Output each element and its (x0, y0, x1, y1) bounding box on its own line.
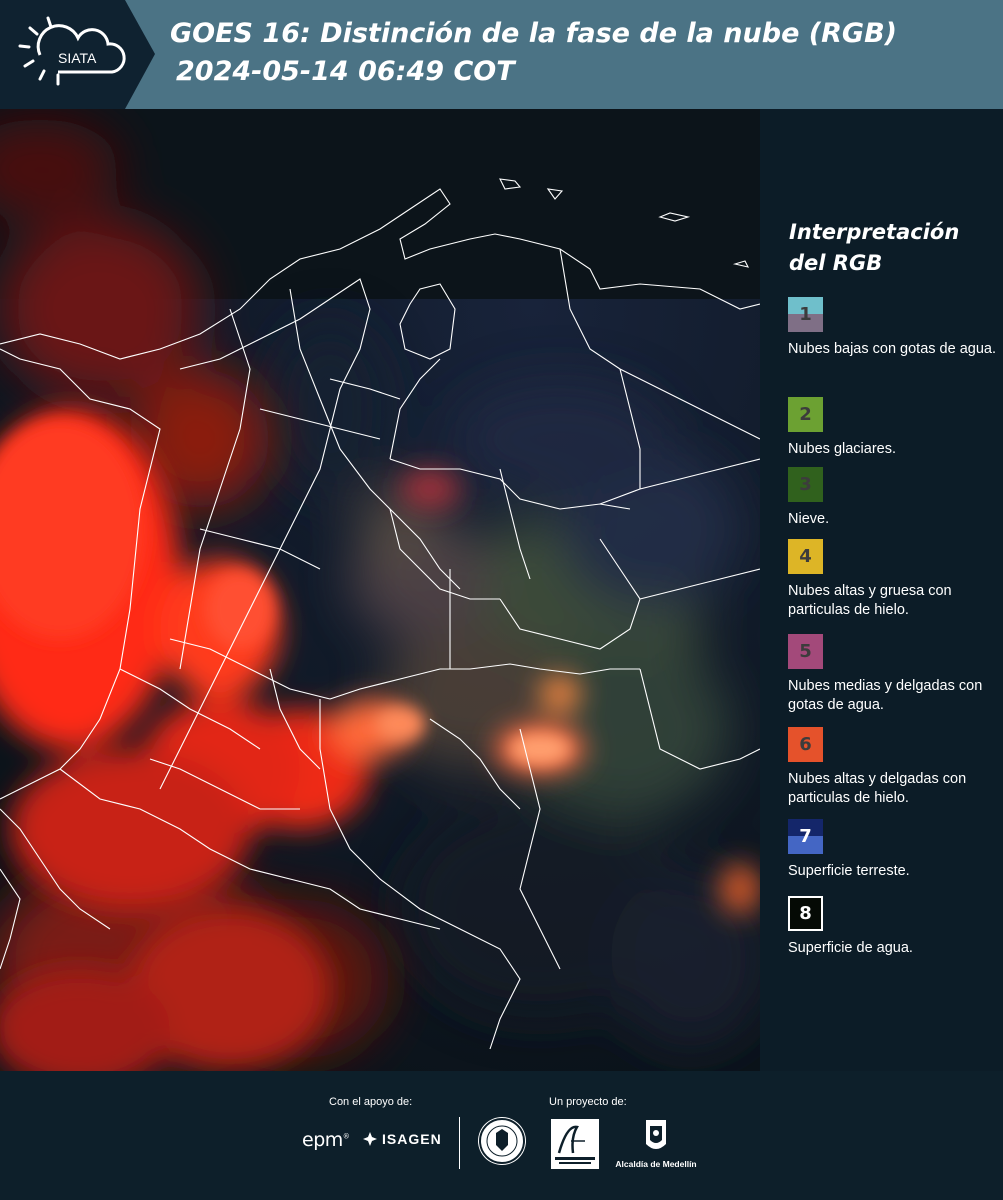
legend-item-5: 5 Nubes medias y delgadas con gotas de ag… (788, 634, 1000, 715)
legend-number: 2 (799, 404, 812, 425)
university-seal-icon (478, 1117, 526, 1165)
legend-number: 5 (799, 641, 812, 662)
page-timestamp: 2024-05-14 06:49 COT (176, 56, 515, 87)
legend-swatch: 8 (788, 896, 823, 931)
legend-number: 3 (799, 474, 812, 495)
alcaldia-label: Alcaldía de Medellín (615, 1159, 697, 1169)
legend-swatch: 3 (788, 467, 823, 502)
legend-label: Superficie de agua. (788, 940, 913, 956)
legend-label: Nubes glaciares. (788, 441, 896, 457)
epm-logo-text: epm (302, 1129, 343, 1151)
legend-item-7: 7 Superficie terreste. (788, 819, 1000, 881)
legend-swatch: 6 (788, 727, 823, 762)
footer: Con el apoyo de: Un proyecto de: epm® IS… (0, 1071, 1003, 1200)
legend-swatch: 1 (788, 297, 823, 332)
alcaldia-shield-icon (646, 1120, 666, 1149)
legend-title-line1: Interpretación (789, 220, 960, 244)
footer-divider (459, 1117, 460, 1169)
epm-logo: epm® (302, 1129, 350, 1151)
legend-swatch: 5 (788, 634, 823, 669)
legend-swatch: 7 (788, 819, 823, 854)
legend-number: 7 (799, 826, 812, 847)
legend-label: Nieve. (788, 511, 830, 527)
legend-label: Nubes altas y delgadas con particulas de… (788, 771, 967, 806)
legend-item-4: 4 Nubes altas y gruesa con particulas de … (788, 539, 1000, 620)
legend-number: 8 (799, 903, 812, 924)
legend-item-3: 3 Nieve. (788, 467, 1000, 529)
legend-item-2: 2 Nubes glaciares. (788, 397, 1000, 459)
legend-title-line2: del RGB (789, 251, 883, 275)
satellite-map (0, 109, 760, 1071)
isagen-logo-text: ISAGEN (382, 1131, 442, 1147)
legend-swatch: 4 (788, 539, 823, 574)
legend-label: Nubes bajas con gotas de agua. (788, 341, 996, 357)
legend-swatch: 2 (788, 397, 823, 432)
legend-item-8: 8 Superficie de agua. (788, 896, 1000, 958)
project-label: Un proyecto de: (549, 1096, 627, 1108)
legend-label: Superficie terreste. (788, 863, 910, 879)
legend-number: 1 (799, 304, 812, 325)
legend-item-6: 6 Nubes altas y delgadas con particulas d… (788, 727, 1000, 808)
support-label: Con el apoyo de: (329, 1096, 413, 1108)
header-bar: SIATA GOES 16: Distinción de la fase de … (0, 0, 1003, 109)
legend-title: Interpretación del RGB (789, 217, 959, 279)
satellite-map-svg (0, 109, 760, 1071)
legend-number: 4 (799, 546, 812, 567)
siata-logo-text: SIATA (58, 50, 97, 66)
legend-item-1: 1 Nubes bajas con gotas de agua. (788, 297, 1000, 359)
siata-logo: SIATA (0, 0, 160, 109)
alcaldia-medellin-logo: Alcaldía de Medellín (612, 1118, 700, 1170)
legend-label: Nubes altas y gruesa con particulas de h… (788, 583, 952, 618)
isagen-mark-icon (363, 1132, 377, 1146)
page-title: GOES 16: Distinción de la fase de la nub… (170, 18, 897, 49)
legend-label: Nubes medias y delgadas con gotas de agu… (788, 678, 983, 713)
area-metropolitana-logo (551, 1119, 599, 1169)
isagen-logo: ISAGEN (362, 1131, 442, 1147)
legend-number: 6 (799, 734, 812, 755)
legend-panel: Interpretación del RGB 1 Nubes bajas con … (760, 109, 1003, 1071)
